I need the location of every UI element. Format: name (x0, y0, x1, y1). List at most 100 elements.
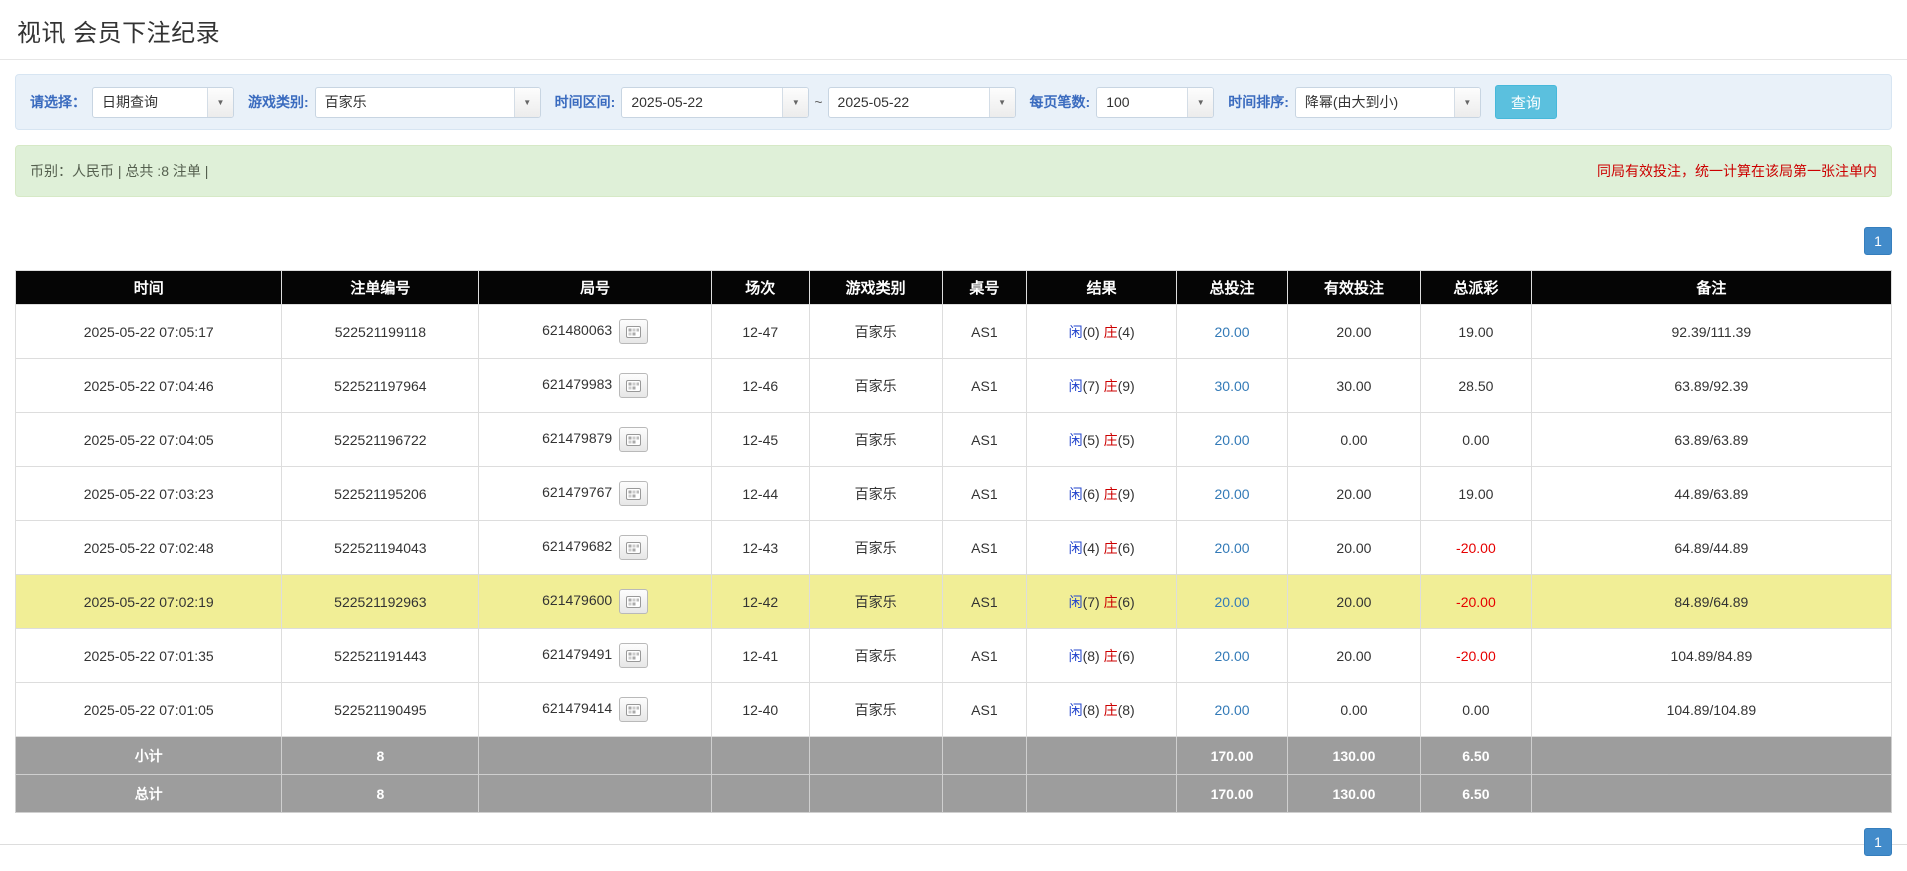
round-number: 621479600 (542, 592, 613, 609)
time-sort-select[interactable]: ▼ (1294, 86, 1481, 118)
bet-record-row: 2025-05-22 07:02:19 522521192963 621479600… (14, 574, 1893, 629)
column-header: 总派彩 (1420, 270, 1532, 305)
game-type-cell: 百家乐 (808, 412, 943, 467)
total-bet-link[interactable]: 20.00 (1215, 594, 1250, 610)
payout-cell: -20.00 (1420, 574, 1532, 629)
total-bet-link[interactable]: 20.00 (1215, 486, 1250, 502)
remark-cell: 44.89/63.89 (1530, 466, 1893, 521)
bet-record-row: 2025-05-22 07:03:23 522521195206 621479767… (14, 466, 1893, 521)
total-bet-cell: 20.00 (1176, 412, 1288, 467)
round-result-icon-button[interactable] (619, 535, 649, 560)
game-type-input[interactable] (315, 87, 514, 117)
round-cell: 621480063 (478, 304, 712, 359)
total-bet-link[interactable]: 20.00 (1215, 648, 1250, 664)
round-result-icon-button[interactable] (619, 697, 649, 722)
session-cell: 12-41 (710, 628, 810, 683)
result-cell: 闲(7) 庄(9) (1026, 358, 1178, 413)
chevron-down-icon[interactable]: ▼ (1453, 87, 1480, 117)
valid-bet-cell: 20.00 (1286, 304, 1422, 359)
banker-result-label: 庄 (1103, 485, 1118, 502)
result-cell: 闲(4) 庄(6) (1026, 520, 1178, 575)
page-1-button[interactable]: 1 (1864, 227, 1892, 255)
game-type-cell: 百家乐 (808, 304, 943, 359)
round-result-icon-button[interactable] (619, 643, 649, 668)
session-cell: 12-46 (710, 358, 810, 413)
game-result-icon (626, 325, 642, 338)
column-header: 有效投注 (1286, 270, 1422, 305)
page-size-select[interactable]: ▼ (1096, 86, 1215, 118)
round-number: 621480063 (542, 322, 613, 339)
bet-id-cell: 522521196722 (281, 412, 480, 467)
remark-cell: 63.89/92.39 (1530, 358, 1893, 413)
total-bet-link[interactable]: 20.00 (1215, 540, 1250, 556)
table-no-cell: AS1 (941, 358, 1028, 413)
column-header: 桌号 (941, 270, 1028, 305)
summary-payout-cell: 6.50 (1420, 736, 1532, 775)
summary-remark-cell (1530, 736, 1893, 775)
round-result-icon-button[interactable] (619, 319, 649, 344)
summary-remark-cell (1530, 774, 1893, 813)
table-header-row: 时间 注单编号 局号 场次 游戏类别 桌号 结果 总投注 有效投注 总派彩 备注 (14, 270, 1893, 305)
round-result-icon-button[interactable] (619, 373, 649, 398)
date-to-input[interactable] (828, 87, 989, 117)
chevron-down-icon[interactable]: ▼ (1187, 87, 1214, 117)
date-to-select[interactable]: ▼ (827, 86, 1016, 118)
content: 请选择： ▼ 游戏类别: ▼ 时间区间: ▼ ~ ▼ 每页笔数: ▼ 时间排序:… (0, 74, 1907, 871)
result-cell: 闲(8) 庄(8) (1026, 682, 1178, 737)
session-cell: 12-43 (710, 520, 810, 575)
round-cell: 621479682 (478, 520, 712, 575)
remark-cell: 104.89/84.89 (1530, 628, 1893, 683)
remark-cell: 63.89/63.89 (1530, 412, 1893, 467)
grand-total-row: 总计 8 170.00 130.00 6.50 (14, 774, 1893, 813)
result-cell: 闲(0) 庄(4) (1026, 304, 1178, 359)
date-range-label: 时间区间: (554, 94, 616, 110)
game-type-cell: 百家乐 (808, 466, 943, 521)
round-result-icon-button[interactable] (619, 589, 649, 614)
column-header: 结果 (1026, 270, 1178, 305)
valid-bet-cell: 0.00 (1286, 412, 1422, 467)
date-from-input[interactable] (622, 87, 783, 117)
player-result-label: 闲 (1068, 701, 1083, 718)
session-cell: 12-45 (710, 412, 810, 467)
chevron-down-icon[interactable]: ▼ (988, 87, 1015, 117)
round-cell: 621479414 (478, 682, 712, 737)
bet-record-row: 2025-05-22 07:04:46 522521197964 621479983… (14, 358, 1893, 413)
search-button[interactable]: 查询 (1494, 85, 1557, 119)
payout-cell: 19.00 (1420, 466, 1532, 521)
banker-result-label: 庄 (1103, 377, 1118, 394)
query-type-input[interactable] (93, 87, 207, 117)
round-result-icon-button[interactable] (619, 481, 649, 506)
bet-records-table: 时间 注单编号 局号 场次 游戏类别 桌号 结果 总投注 有效投注 总派彩 备注 2025-05-2… (14, 270, 1893, 813)
summary-payout-cell: 6.50 (1420, 774, 1532, 813)
payout-cell: 28.50 (1420, 358, 1532, 413)
round-result-icon-button[interactable] (619, 427, 649, 452)
chevron-down-icon[interactable]: ▼ (782, 87, 809, 117)
total-bet-link[interactable]: 20.00 (1215, 702, 1250, 718)
column-header: 局号 (478, 270, 712, 305)
game-type-cell: 百家乐 (808, 520, 943, 575)
time-sort-input[interactable] (1295, 87, 1454, 117)
summary-bar: 币别：人民币 | 总共 :8 注单 | 同局有效投注，统一计算在该局第一张注单内 (15, 145, 1892, 197)
total-bet-cell: 20.00 (1176, 628, 1288, 683)
session-cell: 12-47 (710, 304, 810, 359)
query-type-label: 请选择： (30, 94, 86, 110)
pagination-bottom: 1 (0, 825, 1907, 871)
bet-record-row: 2025-05-22 07:02:48 522521194043 621479682… (14, 520, 1893, 575)
page-1-button[interactable]: 1 (1864, 828, 1892, 856)
chevron-down-icon[interactable]: ▼ (513, 87, 540, 117)
date-from-select[interactable]: ▼ (621, 86, 810, 118)
total-bet-link[interactable]: 30.00 (1215, 378, 1250, 394)
game-type-cell: 百家乐 (808, 682, 943, 737)
total-bet-link[interactable]: 20.00 (1215, 324, 1250, 340)
total-bet-link[interactable]: 20.00 (1215, 432, 1250, 448)
page-size-input[interactable] (1097, 87, 1188, 117)
payout-cell: -20.00 (1420, 628, 1532, 683)
query-type-select[interactable]: ▼ (92, 86, 234, 118)
chevron-down-icon[interactable]: ▼ (207, 87, 233, 117)
banker-result-label: 庄 (1103, 431, 1118, 448)
column-header: 注单编号 (281, 270, 480, 305)
payout-cell: 19.00 (1420, 304, 1532, 359)
date-range-separator: ~ (814, 94, 823, 110)
valid-bet-cell: 20.00 (1286, 574, 1422, 629)
game-type-select[interactable]: ▼ (314, 86, 541, 118)
